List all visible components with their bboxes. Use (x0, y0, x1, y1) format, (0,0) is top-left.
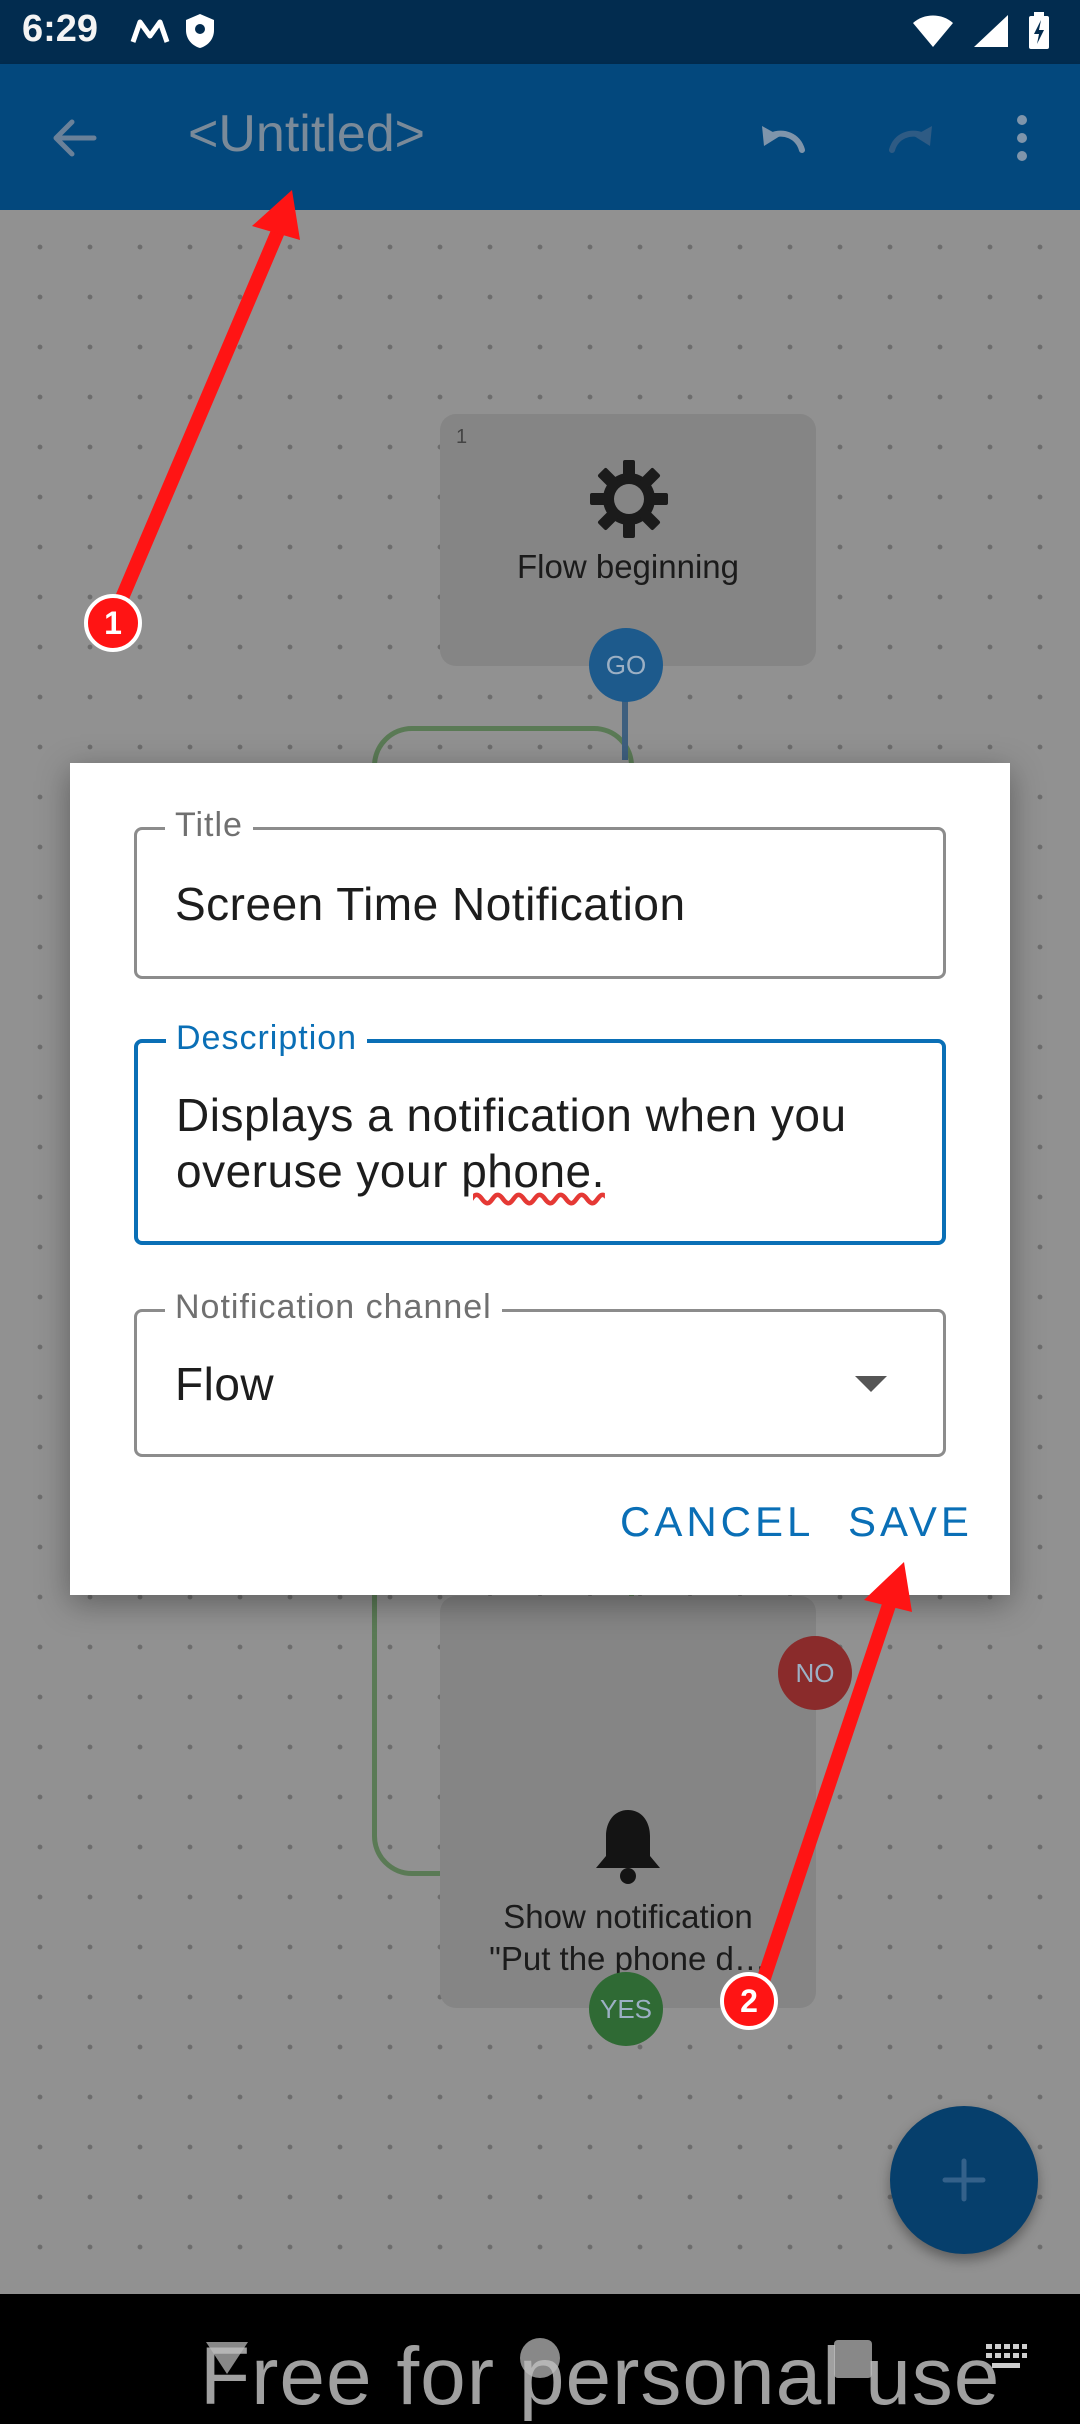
annotation-marker-1-label: 1 (104, 604, 122, 641)
node-label-line1: Show notification (503, 1898, 753, 1935)
annotation-marker-2-label: 2 (740, 1982, 758, 2019)
description-line1: Displays a notification when you (176, 1089, 847, 1141)
yes-badge[interactable]: YES (589, 1972, 663, 2046)
redo-icon[interactable] (878, 106, 942, 170)
watermark-text: Free for personal use (200, 2331, 1001, 2422)
spellcheck-word[interactable]: phone. (461, 1145, 605, 1197)
description-field[interactable]: Description Displays a notification when… (134, 1019, 946, 1245)
yes-badge-label: YES (599, 1993, 653, 2024)
save-button[interactable]: SAVE (842, 1497, 979, 1547)
go-badge-label: GO (605, 649, 647, 680)
more-vert-icon[interactable] (990, 106, 1054, 170)
gear-icon (590, 460, 668, 538)
description-field-label: Description (166, 1019, 368, 1058)
title-field-label: Title (165, 806, 253, 845)
node-index: 1 (456, 426, 468, 448)
annotation-marker-2: 2 (720, 1972, 778, 2030)
battery-charging-icon (1029, 12, 1049, 49)
description-line2-text: overuse your (176, 1145, 462, 1197)
app-bar: <Untitled> (0, 64, 1080, 210)
node-label: Flow beginning (517, 548, 739, 585)
back-arrow-icon[interactable] (42, 106, 106, 170)
shield-icon (186, 14, 214, 48)
wifi-icon (913, 15, 953, 47)
status-bar: 6:29 (0, 0, 1080, 64)
channel-selected-value: Flow (175, 1358, 275, 1410)
flow-title[interactable]: <Untitled> (188, 104, 425, 164)
notification-channel-dropdown[interactable]: Notification channel Flow (134, 1288, 946, 1457)
no-badge-label: NO (795, 1657, 835, 1688)
status-time: 6:29 (22, 8, 99, 50)
node-show-notification[interactable]: Show notification "Put the phone d… (440, 1596, 816, 2008)
description-line2: overuse your phone. (176, 1143, 847, 1199)
undo-icon[interactable] (752, 106, 816, 170)
bell-icon (596, 1810, 660, 1884)
channel-field-label: Notification channel (165, 1288, 502, 1327)
annotation-marker-1: 1 (84, 594, 142, 652)
go-badge[interactable]: GO (589, 628, 663, 702)
signal-icon (974, 15, 1008, 47)
add-node-button[interactable] (890, 2106, 1038, 2254)
dropdown-arrow-icon (855, 1376, 887, 1392)
title-input[interactable]: Screen Time Notification (175, 876, 686, 932)
no-badge[interactable]: NO (778, 1636, 852, 1710)
motorola-icon (130, 19, 170, 43)
cancel-button[interactable]: CANCEL (614, 1497, 820, 1547)
plus-icon (942, 2158, 986, 2202)
title-field[interactable]: Title Screen Time Notification (134, 806, 946, 979)
flow-properties-dialog: Title Screen Time Notification Descripti… (70, 763, 1010, 1595)
connector-line (622, 700, 628, 760)
description-input[interactable]: Displays a notification when you overuse… (176, 1087, 847, 1199)
